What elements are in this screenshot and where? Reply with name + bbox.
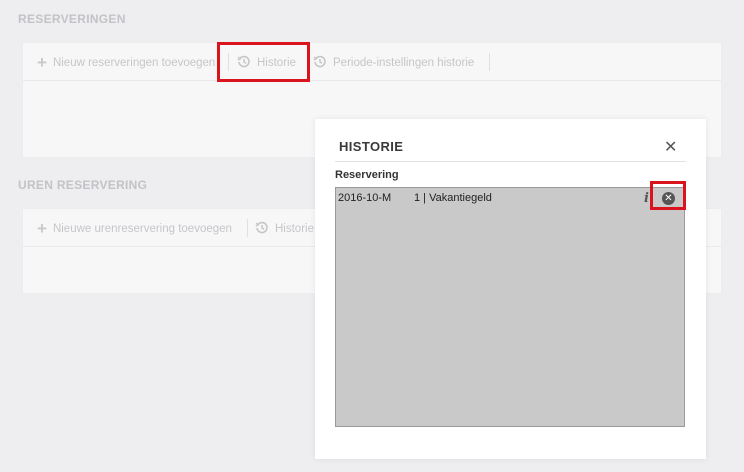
info-icon[interactable]: i — [644, 191, 649, 206]
reserveringen-toolbar: + Nieuw reserveringen toevoegen Historie — [23, 43, 721, 81]
new-reservation-label: Nieuw reserveringen toevoegen — [52, 57, 216, 69]
modal-divider — [335, 161, 686, 162]
history-icon — [255, 221, 269, 238]
new-hours-reservation-label: Nieuwe urenreservering toevoegen — [52, 223, 232, 235]
modal-title: HISTORIE — [339, 139, 404, 154]
plus-icon: + — [37, 55, 47, 71]
plus-icon: + — [37, 219, 47, 238]
highlight-history-button — [217, 42, 310, 82]
close-icon[interactable]: ✕ — [664, 137, 677, 157]
new-reservation-button[interactable]: + Nieuw reserveringen toevoegen — [37, 55, 219, 71]
toolbar-divider — [489, 53, 490, 71]
reservation-period: 2016-10-M — [338, 192, 392, 204]
section-title-reserveringen: RESERVERINGEN — [18, 12, 126, 26]
reservation-listbox[interactable]: 2016-10-M 1 | Vakantiegeld i ✕ — [335, 187, 685, 427]
reservation-list-label: Reservering — [335, 169, 399, 181]
hours-history-label: Historie — [275, 223, 314, 235]
history-icon — [313, 55, 327, 72]
period-settings-history-button[interactable]: Periode-instellingen historie — [313, 55, 474, 71]
highlight-remove-icon — [650, 181, 686, 210]
list-item[interactable]: 2016-10-M 1 | Vakantiegeld i ✕ — [336, 190, 684, 206]
reservation-description: 1 | Vakantiegeld — [414, 192, 492, 204]
period-settings-history-label: Periode-instellingen historie — [333, 57, 475, 69]
new-hours-reservation-button[interactable]: + Nieuwe urenreservering toevoegen — [37, 219, 232, 238]
section-title-uren-reservering: UREN RESERVERING — [18, 178, 148, 192]
page: RESERVERINGEN + Nieuw reserveringen toev… — [0, 0, 744, 472]
hours-history-button[interactable]: Historie — [255, 221, 314, 237]
toolbar-divider — [247, 219, 248, 237]
history-modal: HISTORIE ✕ Reservering 2016-10-M 1 | Vak… — [315, 119, 706, 459]
